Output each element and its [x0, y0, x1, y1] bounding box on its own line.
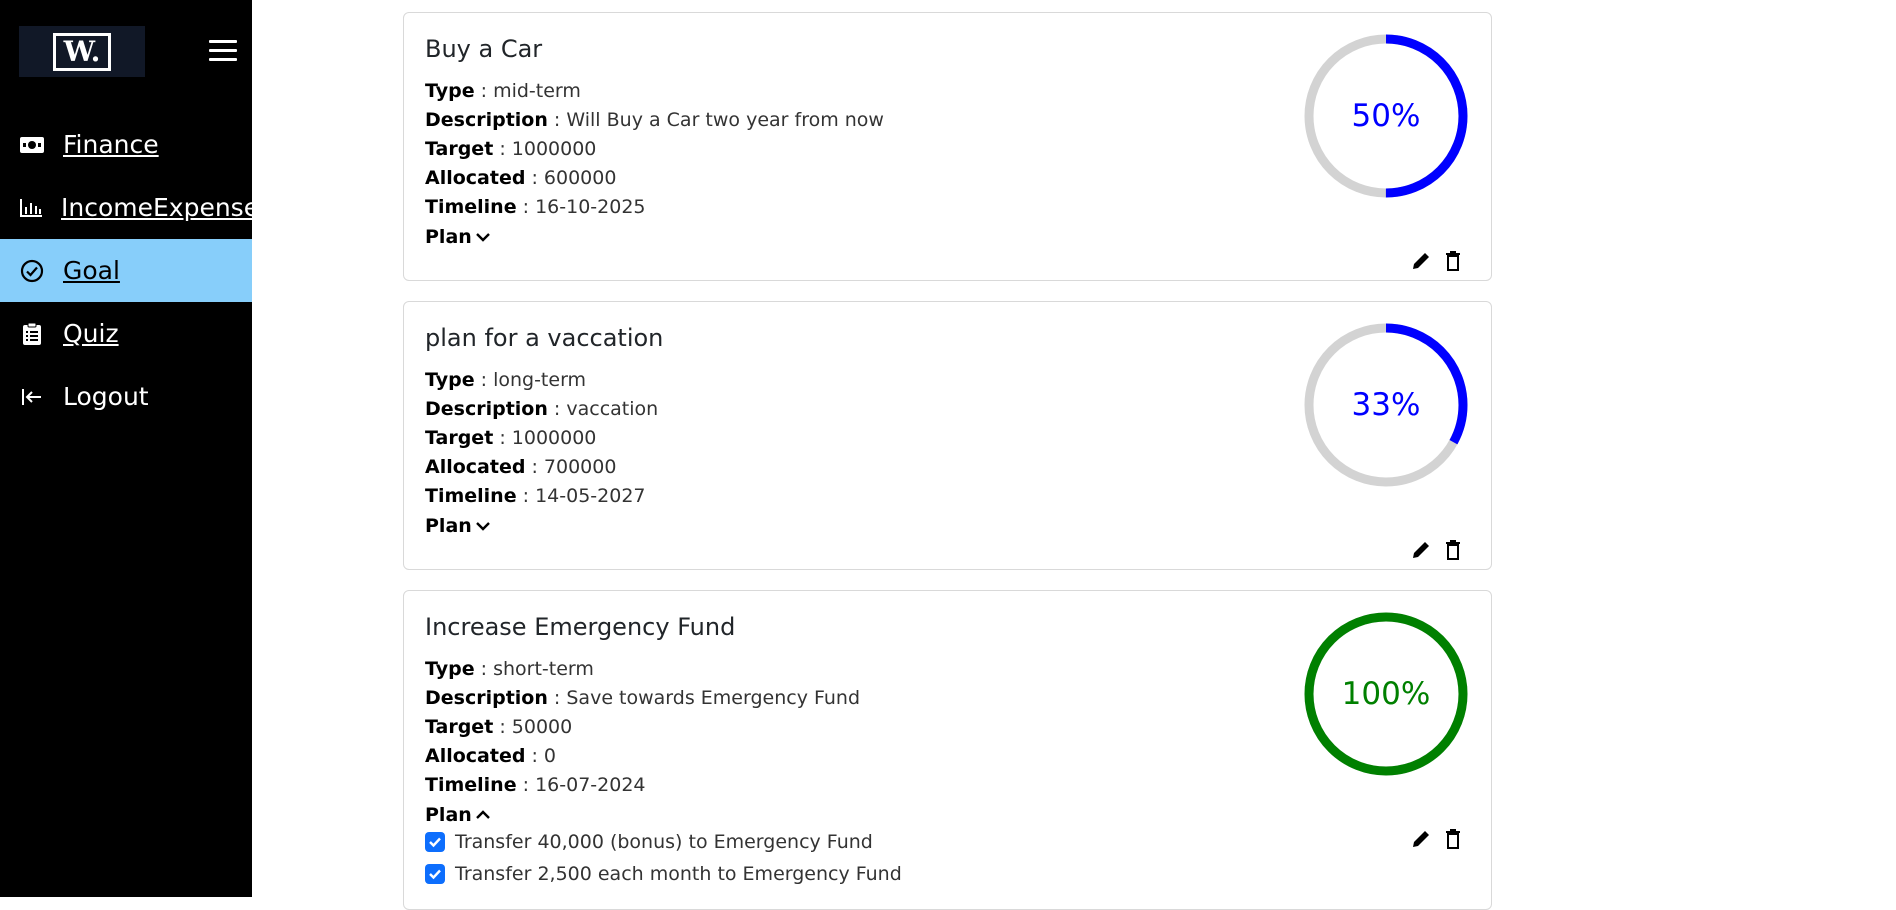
edit-icon[interactable]: [1411, 829, 1431, 849]
bar-chart-icon: [19, 195, 43, 221]
progress-percent: 33%: [1351, 387, 1421, 423]
clipboard-icon: [19, 321, 45, 347]
progress-ring: 33%: [1301, 320, 1471, 490]
progress-percent: 100%: [1341, 676, 1431, 712]
edit-icon[interactable]: [1411, 251, 1431, 271]
checkbox[interactable]: [425, 864, 445, 884]
goal-actions: [1411, 827, 1461, 851]
goal-title: plan for a vaccation: [425, 324, 664, 352]
goal-card: plan for a vaccation Type : long-term De…: [403, 301, 1492, 570]
sidebar-item-label: Goal: [63, 256, 120, 285]
brand-logo[interactable]: W.: [19, 26, 145, 77]
goal-timeline: Timeline : 16-10-2025: [425, 196, 646, 218]
logout-icon: [19, 384, 45, 410]
chevron-up-icon: [475, 810, 490, 819]
delete-icon[interactable]: [1445, 251, 1461, 271]
delete-icon[interactable]: [1445, 540, 1461, 560]
goal-type: Type : long-term: [425, 369, 587, 391]
goal-timeline: Timeline : 16-07-2024: [425, 774, 646, 796]
plan-toggle[interactable]: Plan: [425, 226, 491, 248]
plan-toggle[interactable]: Plan: [425, 515, 491, 537]
goal-actions: [1411, 538, 1461, 562]
sidebar-item-label: Quiz: [63, 319, 119, 348]
goal-timeline: Timeline : 14-05-2027: [425, 485, 646, 507]
cash-icon: [19, 132, 45, 158]
progress-ring: 100%: [1301, 609, 1471, 779]
plan-step-text: Transfer 2,500 each month to Emergency F…: [455, 863, 902, 885]
sidebar-item-label: Logout: [63, 382, 149, 411]
sidebar-item-incomeexpense[interactable]: IncomeExpense: [0, 176, 259, 239]
goal-card: Buy a Car Type : mid-term Description : …: [403, 12, 1492, 281]
edit-icon[interactable]: [1411, 540, 1431, 560]
plan-step-text: Transfer 40,000 (bonus) to Emergency Fun…: [455, 831, 873, 853]
goal-title: Buy a Car: [425, 35, 543, 63]
chevron-down-icon: [475, 233, 490, 242]
goal-allocated: Allocated : 600000: [425, 167, 617, 189]
goal-allocated: Allocated : 700000: [425, 456, 617, 478]
goal-target: Target : 50000: [425, 716, 573, 738]
plan-toggle[interactable]: Plan: [425, 804, 491, 826]
goal-actions: [1411, 249, 1461, 273]
delete-icon[interactable]: [1445, 829, 1461, 849]
goal-type: Type : mid-term: [425, 80, 581, 102]
goal-type: Type : short-term: [425, 658, 594, 680]
goal-description: Description : Will Buy a Car two year fr…: [425, 109, 884, 131]
sidebar-item-label: IncomeExpense: [61, 193, 260, 222]
check-circle-icon: [19, 258, 45, 284]
sidebar-item-finance[interactable]: Finance: [0, 113, 252, 176]
plan-step: Transfer 40,000 (bonus) to Emergency Fun…: [425, 831, 873, 853]
sidebar: W. Finance IncomeExpense Goal Quiz Logou…: [0, 0, 259, 897]
goal-allocated: Allocated : 0: [425, 745, 557, 767]
checkmark-icon: [429, 837, 441, 848]
sidebar-item-label: Finance: [63, 130, 159, 159]
checkbox[interactable]: [425, 832, 445, 852]
sidebar-item-goal[interactable]: Goal: [0, 239, 252, 302]
sidebar-item-quiz[interactable]: Quiz: [0, 302, 252, 365]
checkmark-icon: [429, 869, 441, 880]
plan-step: Transfer 2,500 each month to Emergency F…: [425, 863, 902, 885]
progress-percent: 50%: [1351, 98, 1421, 134]
sidebar-nav: Finance IncomeExpense Goal Quiz Logout: [0, 113, 259, 428]
logo-mark: W.: [53, 32, 111, 71]
goal-title: Increase Emergency Fund: [425, 613, 736, 641]
goal-description: Description : Save towards Emergency Fun…: [425, 687, 861, 709]
goal-target: Target : 1000000: [425, 427, 597, 449]
goal-target: Target : 1000000: [425, 138, 597, 160]
sidebar-item-logout[interactable]: Logout: [0, 365, 252, 428]
goal-description: Description : vaccation: [425, 398, 659, 420]
chevron-down-icon: [475, 522, 490, 531]
hamburger-menu-icon[interactable]: [209, 40, 237, 66]
progress-ring: 50%: [1301, 31, 1471, 201]
goal-card: Increase Emergency Fund Type : short-ter…: [403, 590, 1492, 910]
